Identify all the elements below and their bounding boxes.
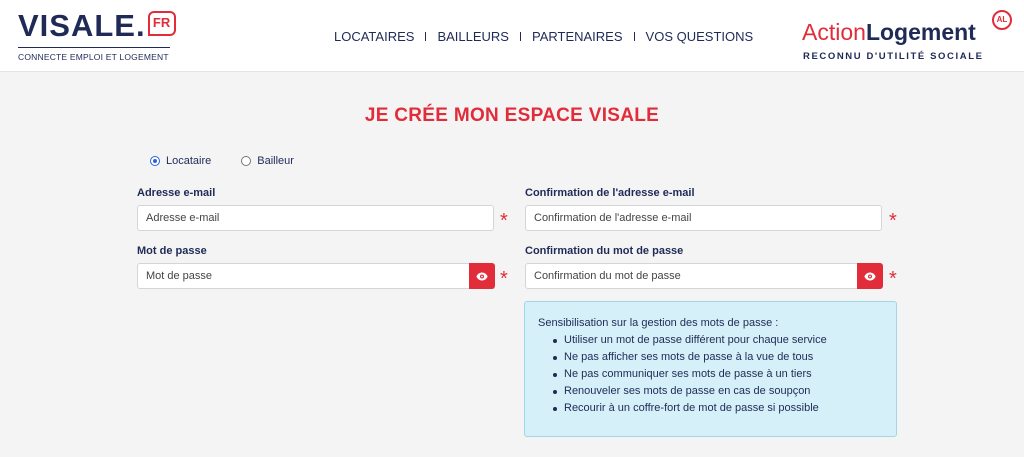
al-badge-icon: AL (992, 10, 1012, 30)
password-confirm-label: Confirmation du mot de passe (525, 245, 684, 257)
al-word-action: Action (802, 19, 866, 45)
list-item: Renouveler ses mots de passe en cas de s… (552, 383, 896, 400)
password-tips-box: Sensibilisation sur la gestion des mots … (524, 301, 897, 437)
nav-separator (425, 31, 427, 41)
password-tips-title: Sensibilisation sur la gestion des mots … (538, 317, 779, 329)
logo-wordmark: VISALE. (18, 8, 146, 43)
nav-locataires[interactable]: LOCATAIRES (334, 29, 414, 44)
nav-separator (633, 31, 635, 41)
radio-locataire-label: Locataire (166, 155, 212, 167)
nav-separator (519, 31, 521, 41)
radio-locataire-button[interactable] (150, 156, 160, 166)
radio-bailleur-button[interactable] (241, 156, 252, 166)
page-title: JE CRÉE MON ESPACE VISALE (364, 105, 660, 126)
radio-locataire[interactable]: Locataire (150, 155, 211, 167)
show-password-confirm-button[interactable] (857, 263, 883, 289)
eye-icon (864, 272, 876, 280)
logo-fr-badge: FR (147, 11, 176, 36)
password-field[interactable] (137, 263, 470, 289)
al-subtitle: RECONNU D'UTILITÉ SOCIALE (803, 51, 984, 62)
email-confirm-field[interactable] (525, 205, 882, 231)
radio-bailleur-label: Bailleur (257, 155, 294, 167)
password-label: Mot de passe (137, 245, 207, 257)
logo-tagline: CONNECTE EMPLOI ET LOGEMENT (18, 52, 169, 62)
email-label: Adresse e-mail (137, 187, 216, 199)
email-field[interactable] (137, 205, 494, 231)
email-required-mark: * (500, 210, 508, 232)
show-password-button[interactable] (469, 263, 495, 289)
email-confirm-label: Confirmation de l'adresse e-mail (525, 187, 695, 199)
role-radio-group: Locataire Bailleur (150, 155, 324, 167)
nav-bailleurs[interactable]: BAILLEURS (437, 29, 509, 44)
visale-logo[interactable]: VISALE. FR CONNECTE EMPLOI ET LOGEMENT (18, 8, 176, 62)
password-tips-list: Utiliser un mot de passe différent pour … (538, 332, 896, 417)
email-confirm-required-mark: * (889, 210, 897, 232)
list-item: Ne pas afficher ses mots de passe à la v… (552, 349, 896, 366)
main-nav: LOCATAIRES BAILLEURS PARTENAIRES VOS QUE… (334, 28, 753, 44)
site-header: VISALE. FR CONNECTE EMPLOI ET LOGEMENT LO… (0, 0, 1024, 72)
list-item: Recourir à un coffre-fort de mot de pass… (552, 400, 896, 417)
list-item: Utiliser un mot de passe différent pour … (552, 332, 896, 349)
password-confirm-required-mark: * (889, 268, 897, 290)
al-word-logement: Logement (865, 19, 976, 45)
nav-partenaires[interactable]: PARTENAIRES (532, 29, 623, 44)
list-item: Ne pas communiquer ses mots de passe à u… (552, 366, 896, 383)
nav-vos-questions[interactable]: VOS QUESTIONS (646, 29, 754, 44)
password-required-mark: * (500, 268, 508, 290)
action-logement-logo[interactable]: ActionLogement AL RECONNU D'UTILITÉ SOCI… (802, 10, 1012, 62)
password-confirm-field[interactable] (525, 263, 858, 289)
eye-icon (476, 272, 488, 280)
radio-bailleur[interactable]: Bailleur (241, 155, 294, 167)
al-wordmark: ActionLogement (802, 18, 976, 46)
logo-divider (18, 47, 170, 48)
